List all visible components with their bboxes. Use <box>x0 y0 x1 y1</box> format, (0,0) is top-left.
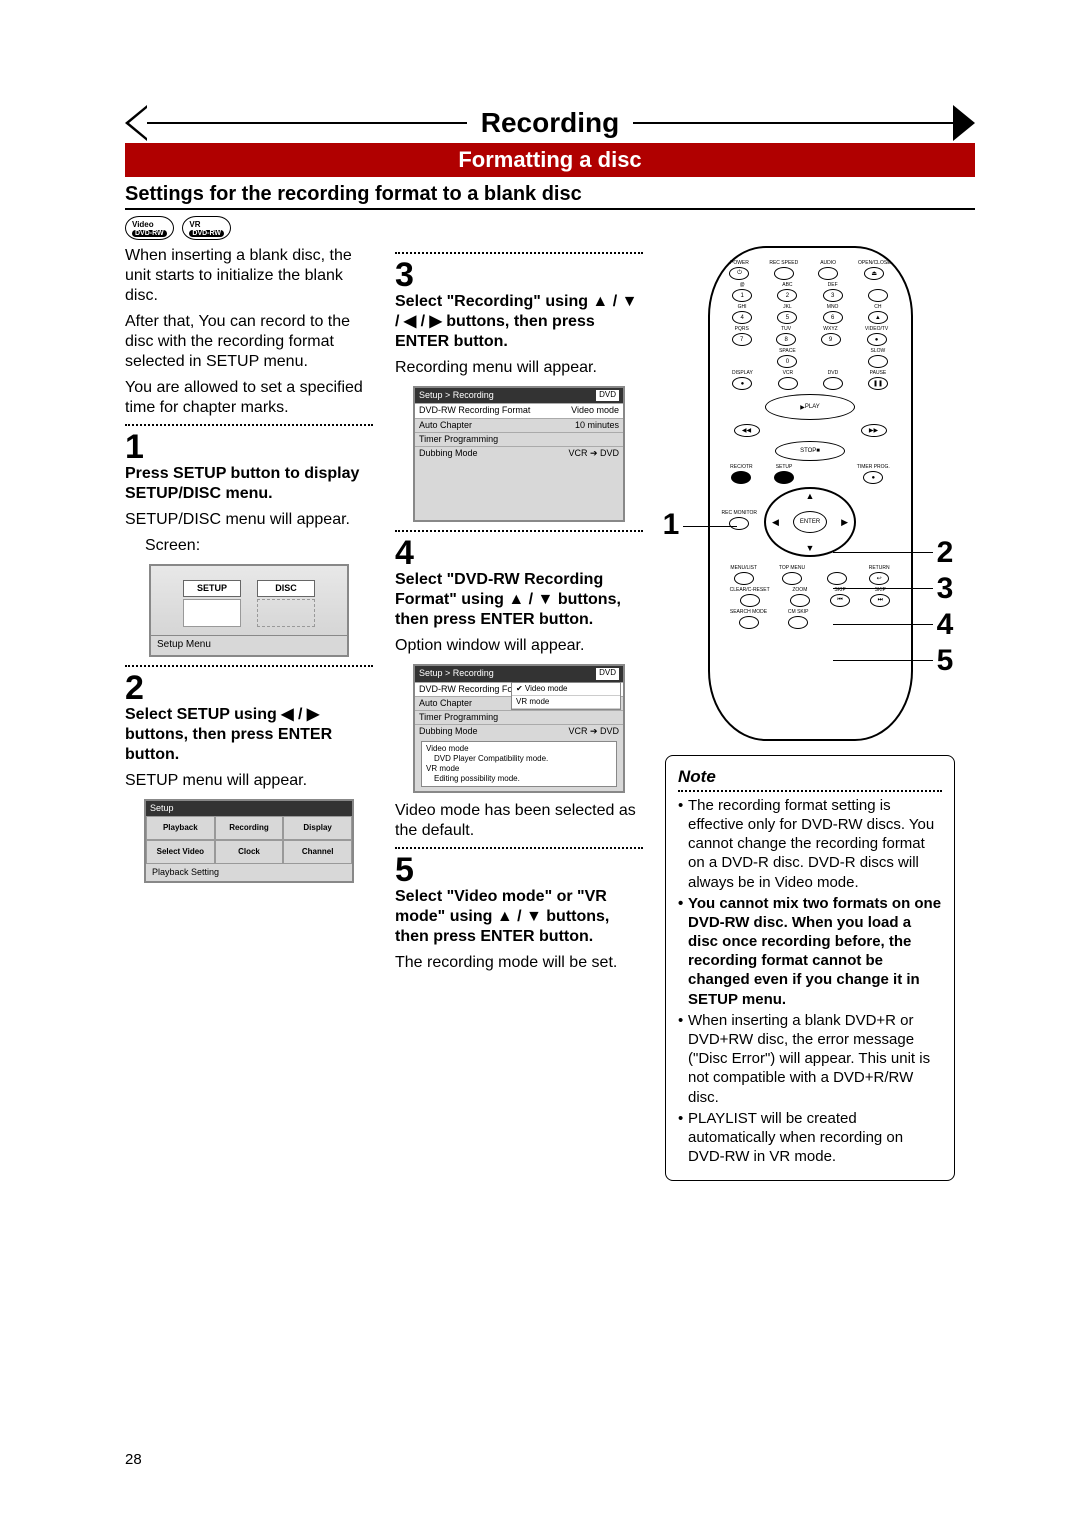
stop-button: STOP ■ <box>775 441 845 461</box>
badge-dvdrw-video: Video DVD-RW <box>125 216 174 240</box>
chevron-right-icon <box>953 105 975 141</box>
column-2: 3 Select "Recording" using ▲ / ▼ / ◀ / ▶… <box>395 246 643 1181</box>
power-button: ⏻ <box>729 267 749 280</box>
step-instruction: Select "DVD-RW Recording Format" using ▲… <box>395 570 643 630</box>
step-number: 4 <box>395 536 643 570</box>
callout-2: 2 <box>933 536 957 570</box>
menu-row-label: Timer Programming <box>419 712 498 723</box>
mode-description: Video mode DVD Player Compatibility mode… <box>421 741 617 787</box>
menu-row-label: Dubbing Mode <box>419 448 478 459</box>
remote-control-diagram: POWER⏻ REC SPEED AUDIO OPEN/CLOSE⏏ @1 AB… <box>708 246 913 741</box>
menu-row-label: Auto Chapter <box>419 420 472 431</box>
step-number: 2 <box>125 671 373 705</box>
step-instruction: Select SETUP using ◀ / ▶ buttons, then p… <box>125 705 373 765</box>
menu-row-label: DVD-RW Recording Form <box>419 684 523 695</box>
step-detail: Option window will appear. <box>395 636 643 656</box>
step-detail: Recording menu will appear. <box>395 358 643 378</box>
page-number: 28 <box>125 1451 142 1468</box>
setup-tab: SETUP <box>183 580 241 597</box>
page-title: Recording <box>467 107 633 139</box>
option-popup: ✔ Video mode VR mode <box>511 682 621 710</box>
badge-dvdrw-vr: VR DVD-RW <box>182 216 231 240</box>
screen-label: Screen: <box>125 536 373 556</box>
callout-3: 3 <box>933 572 957 606</box>
note-item: PLAYLIST will be created automatically w… <box>678 1109 942 1167</box>
step-number: 3 <box>395 258 643 292</box>
eject-button: ⏏ <box>864 267 884 280</box>
menu-row-label: Auto Chapter <box>419 698 472 709</box>
menu-cell: Select Video <box>146 840 215 864</box>
menu-header: Setup <box>146 801 352 816</box>
setup-menu-screen: Setup Playback Recording Display Select … <box>144 799 354 884</box>
step-divider <box>125 665 373 667</box>
menu-row-value: VCR ➔ DVD <box>568 726 619 737</box>
intro-text: You are allowed to set a specified time … <box>125 378 373 418</box>
menu-cell: Playback <box>146 816 215 840</box>
note-item: The recording format setting is effectiv… <box>678 796 942 892</box>
step-divider <box>395 530 643 532</box>
note-item: When inserting a blank DVD+R or DVD+RW d… <box>678 1011 942 1107</box>
dvd-badge: DVD <box>596 668 619 679</box>
callout-4: 4 <box>933 608 957 642</box>
menu-cell: Display <box>283 816 352 840</box>
callout-5: 5 <box>933 644 957 678</box>
dvd-badge: DVD <box>596 390 619 401</box>
ffwd-button: ▶▶ <box>861 424 887 437</box>
subsection-bar: Formatting a disc <box>125 143 975 177</box>
play-button: ▶ PLAY <box>765 394 855 420</box>
menu-cell: Recording <box>215 816 284 840</box>
menu-row-label: DVD-RW Recording Format <box>419 405 530 416</box>
step-divider <box>395 252 643 254</box>
menu-row-label: Dubbing Mode <box>419 726 478 737</box>
intro-text: After that, You can record to the disc w… <box>125 312 373 372</box>
step-instruction: Select "Video mode" or "VR mode" using ▲… <box>395 887 643 947</box>
menu-cell: Clock <box>215 840 284 864</box>
disc-tab: DISC <box>257 580 315 597</box>
menu-row-label: Timer Programming <box>419 434 498 445</box>
step-detail: The recording mode will be set. <box>395 953 643 973</box>
breadcrumb: Setup > Recording <box>419 390 494 401</box>
setup-disc-screen: SETUP DISC Setup Menu <box>149 564 349 657</box>
note-item: You cannot mix two formats on one DVD-RW… <box>678 894 942 1009</box>
setup-button <box>774 471 794 484</box>
enter-button: ENTER <box>793 511 827 533</box>
step-number: 5 <box>395 853 643 887</box>
menu-row-value: Video mode <box>571 405 619 416</box>
disc-type-badges: Video DVD-RW VR DVD-RW <box>125 216 975 240</box>
recording-option-screen: Setup > Recording DVD DVD-RW Recording Fo… <box>413 664 625 792</box>
callout-1: 1 <box>659 508 683 542</box>
menu-row-value: 10 minutes <box>575 420 619 431</box>
step-instruction: Press SETUP button to display SETUP/DISC… <box>125 464 373 504</box>
step-number: 1 <box>125 430 373 464</box>
section-header: Recording <box>125 105 975 141</box>
menu-caption: Playback Setting <box>146 864 352 881</box>
note-box: Note The recording format setting is eff… <box>665 755 955 1181</box>
rec-button <box>731 471 751 484</box>
step-detail: SETUP/DISC menu will appear. <box>125 510 373 530</box>
note-title: Note <box>678 767 716 786</box>
breadcrumb: Setup > Recording <box>419 668 494 679</box>
column-3: POWER⏻ REC SPEED AUDIO OPEN/CLOSE⏏ @1 AB… <box>665 246 955 1181</box>
subsection-heading: Settings for the recording format to a b… <box>125 183 975 210</box>
step-divider <box>395 847 643 849</box>
step-detail: SETUP menu will appear. <box>125 771 373 791</box>
column-1: When inserting a blank disc, the unit st… <box>125 246 373 1181</box>
nav-ring: ▲▼◀▶ ENTER <box>764 487 856 557</box>
rewind-button: ◀◀ <box>734 424 760 437</box>
recording-menu-screen: Setup > Recording DVD DVD-RW Recording Fo… <box>413 386 625 522</box>
step-after: Video mode has been selected as the defa… <box>395 801 643 841</box>
screen-caption: Setup Menu <box>151 635 347 655</box>
menu-row-value: VCR ➔ DVD <box>568 448 619 459</box>
intro-text: When inserting a blank disc, the unit st… <box>125 246 373 306</box>
step-instruction: Select "Recording" using ▲ / ▼ / ◀ / ▶ b… <box>395 292 643 352</box>
menu-cell: Channel <box>283 840 352 864</box>
step-divider <box>125 424 373 426</box>
